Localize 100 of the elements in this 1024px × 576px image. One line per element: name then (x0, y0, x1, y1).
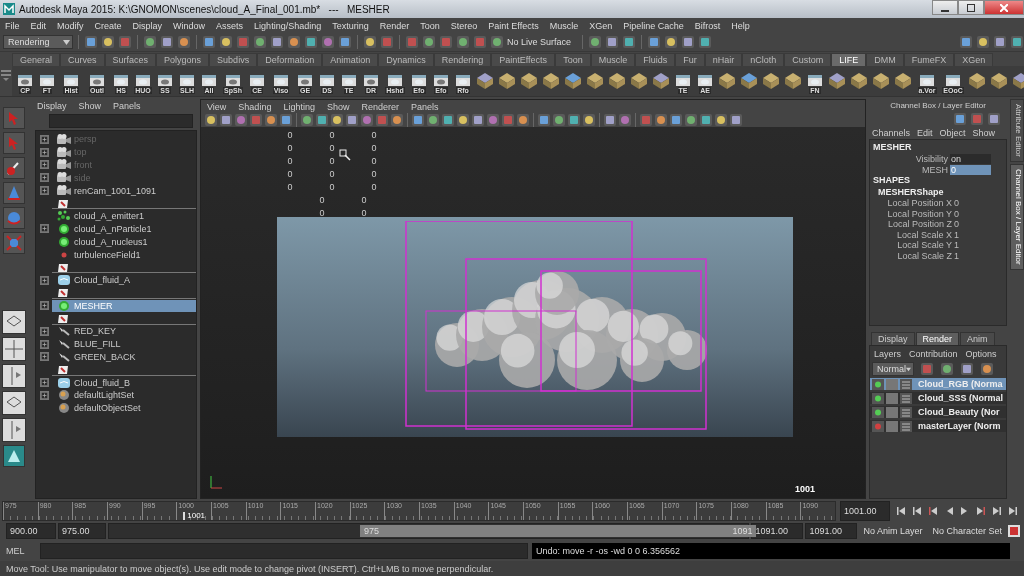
viewport-toolbar-icon[interactable] (219, 113, 233, 127)
maximize-button[interactable] (958, 0, 984, 15)
menu-item[interactable]: Help (731, 20, 750, 31)
outliner-separator[interactable] (52, 263, 196, 274)
viewport-toolbar-icon[interactable] (582, 113, 596, 127)
shelf-tab[interactable]: XGen (954, 53, 994, 66)
layout-button[interactable] (2, 391, 26, 415)
menu-item[interactable]: Assets (216, 20, 244, 31)
character-set-dropdown[interactable]: No Character Set (928, 523, 1006, 539)
panel-menu-item[interactable]: Show (326, 101, 350, 112)
panel-menu-item[interactable]: Channels (872, 127, 911, 138)
expand-toggle-icon[interactable] (40, 160, 49, 170)
outliner-separator[interactable] (52, 365, 196, 376)
layer-editor-tab[interactable]: Anim (960, 332, 995, 345)
shelf-tab[interactable]: Toon (555, 53, 591, 66)
panel-menu-item[interactable]: Layers (874, 349, 901, 359)
toolbar-icon[interactable] (622, 35, 637, 49)
panel-menu-item[interactable]: Lighting (283, 101, 315, 112)
shelf-tab[interactable]: Muscle (590, 53, 636, 66)
toolbar-icon[interactable] (84, 35, 98, 49)
shelf-tab[interactable]: LIFE (831, 53, 867, 66)
layout-button[interactable] (2, 418, 26, 442)
current-frame-field[interactable]: 1001.00 (840, 501, 890, 521)
viewport-toolbar-icon[interactable] (714, 113, 728, 127)
shelf-tab[interactable]: PaintEffects (491, 53, 556, 66)
expand-toggle-icon[interactable] (40, 352, 49, 362)
viewport-toolbar-icon[interactable] (654, 113, 668, 127)
menu-item[interactable]: Texturing (332, 20, 369, 31)
viewport-toolbar-icon[interactable] (603, 113, 617, 127)
channel-box-tool-icon[interactable] (953, 112, 967, 126)
step-forward-key-icon[interactable] (990, 505, 1004, 517)
toolbar-icon[interactable] (588, 35, 603, 49)
outliner-separator[interactable] (52, 199, 196, 210)
channel-value-field[interactable]: on (950, 154, 991, 165)
command-input[interactable] (40, 543, 528, 559)
viewport-toolbar-icon[interactable] (426, 113, 440, 127)
outliner-item[interactable]: renCam_1001_1091 (52, 184, 196, 197)
shelf-tab[interactable]: Deformation (257, 53, 323, 66)
playback-start-field[interactable]: 975.00 (58, 523, 106, 539)
menu-item[interactable]: Modify (57, 20, 84, 31)
panel-menu-item[interactable]: Renderer (361, 101, 399, 112)
outliner-item[interactable]: cloud_A_nucleus1 (52, 235, 196, 248)
shelf-tab[interactable]: Rendering (433, 53, 492, 66)
expand-toggle-icon[interactable] (40, 134, 49, 144)
menu-item[interactable]: Lighting/Shading (254, 20, 322, 31)
toolbar-icon[interactable] (160, 35, 174, 49)
panel-menu-item[interactable]: Contribution (909, 349, 958, 359)
menu-item[interactable]: Display (132, 20, 163, 31)
menu-item[interactable]: XGen (589, 20, 613, 31)
shelf-tab[interactable]: Dynamics (378, 53, 434, 66)
render-layer-row[interactable]: Cloud_SSS (Normal (870, 392, 1006, 404)
panel-menu-item[interactable]: Display (37, 100, 67, 111)
toolbar-icon[interactable] (253, 35, 267, 49)
render-enabled-icon[interactable] (872, 378, 884, 390)
shelf-tab[interactable]: Fur (675, 53, 705, 66)
channel-box-tool-icon[interactable] (987, 112, 1001, 126)
shelf-tab[interactable]: Polygons (156, 53, 210, 66)
panel-menu-item[interactable]: View (207, 101, 227, 112)
outliner-item[interactable]: Cloud_fluid_B (52, 376, 196, 389)
menu-item[interactable]: Edit (30, 20, 47, 31)
menu-item[interactable]: Pipeline Cache (623, 20, 684, 31)
toolbar-icon[interactable] (681, 35, 696, 49)
toolbar-icon[interactable] (959, 35, 973, 49)
render-enabled-icon[interactable] (872, 406, 884, 418)
expand-toggle-icon[interactable] (40, 326, 49, 336)
menu-set-dropdown[interactable]: Rendering (3, 35, 73, 49)
viewport-toolbar-icon[interactable] (345, 113, 359, 127)
outliner-item[interactable]: BLUE_FILL (52, 338, 196, 351)
viewport-toolbar-icon[interactable] (516, 113, 530, 127)
viewport-toolbar-icon[interactable] (552, 113, 566, 127)
layer-tool-icon[interactable] (980, 362, 994, 376)
toolbar-icon[interactable] (363, 35, 377, 49)
layer-visibility-icon[interactable] (886, 392, 898, 404)
menu-item[interactable]: Toon (420, 20, 440, 31)
toolbar-icon[interactable] (101, 35, 115, 49)
shelf-tab[interactable]: Animation (322, 53, 379, 66)
outliner-item[interactable]: Cloud_fluid_A (52, 274, 196, 287)
viewport-toolbar-icon[interactable] (669, 113, 683, 127)
toolbar-icon[interactable] (605, 35, 620, 49)
toolbar-icon[interactable] (177, 35, 191, 49)
viewport-toolbar-icon[interactable] (567, 113, 581, 127)
viewport-toolbar-icon[interactable] (390, 113, 404, 127)
channel-box-tool-icon[interactable] (970, 112, 984, 126)
toolbar-icon[interactable] (338, 35, 352, 49)
tool-button[interactable] (3, 157, 25, 179)
shelf-tab[interactable]: Surfaces (104, 53, 157, 66)
render-layer-row[interactable]: masterLayer (Norm (870, 420, 1006, 432)
layer-editor-tab[interactable]: Render (915, 332, 960, 345)
expand-toggle-icon[interactable] (40, 224, 49, 234)
layer-options-icon[interactable] (900, 378, 912, 390)
outliner-separator[interactable] (52, 288, 196, 299)
toolbar-icon[interactable] (664, 35, 679, 49)
layer-editor-tab[interactable]: Display (871, 332, 915, 345)
toolbar-icon[interactable] (976, 35, 990, 49)
side-tab[interactable]: Channel Box / Layer Editor (1010, 163, 1024, 270)
step-back-icon[interactable] (926, 505, 940, 517)
viewport-toolbar-icon[interactable] (537, 113, 551, 127)
expand-toggle-icon[interactable] (40, 186, 49, 196)
viewport-toolbar-icon[interactable] (684, 113, 698, 127)
outliner-separator[interactable] (52, 314, 196, 325)
